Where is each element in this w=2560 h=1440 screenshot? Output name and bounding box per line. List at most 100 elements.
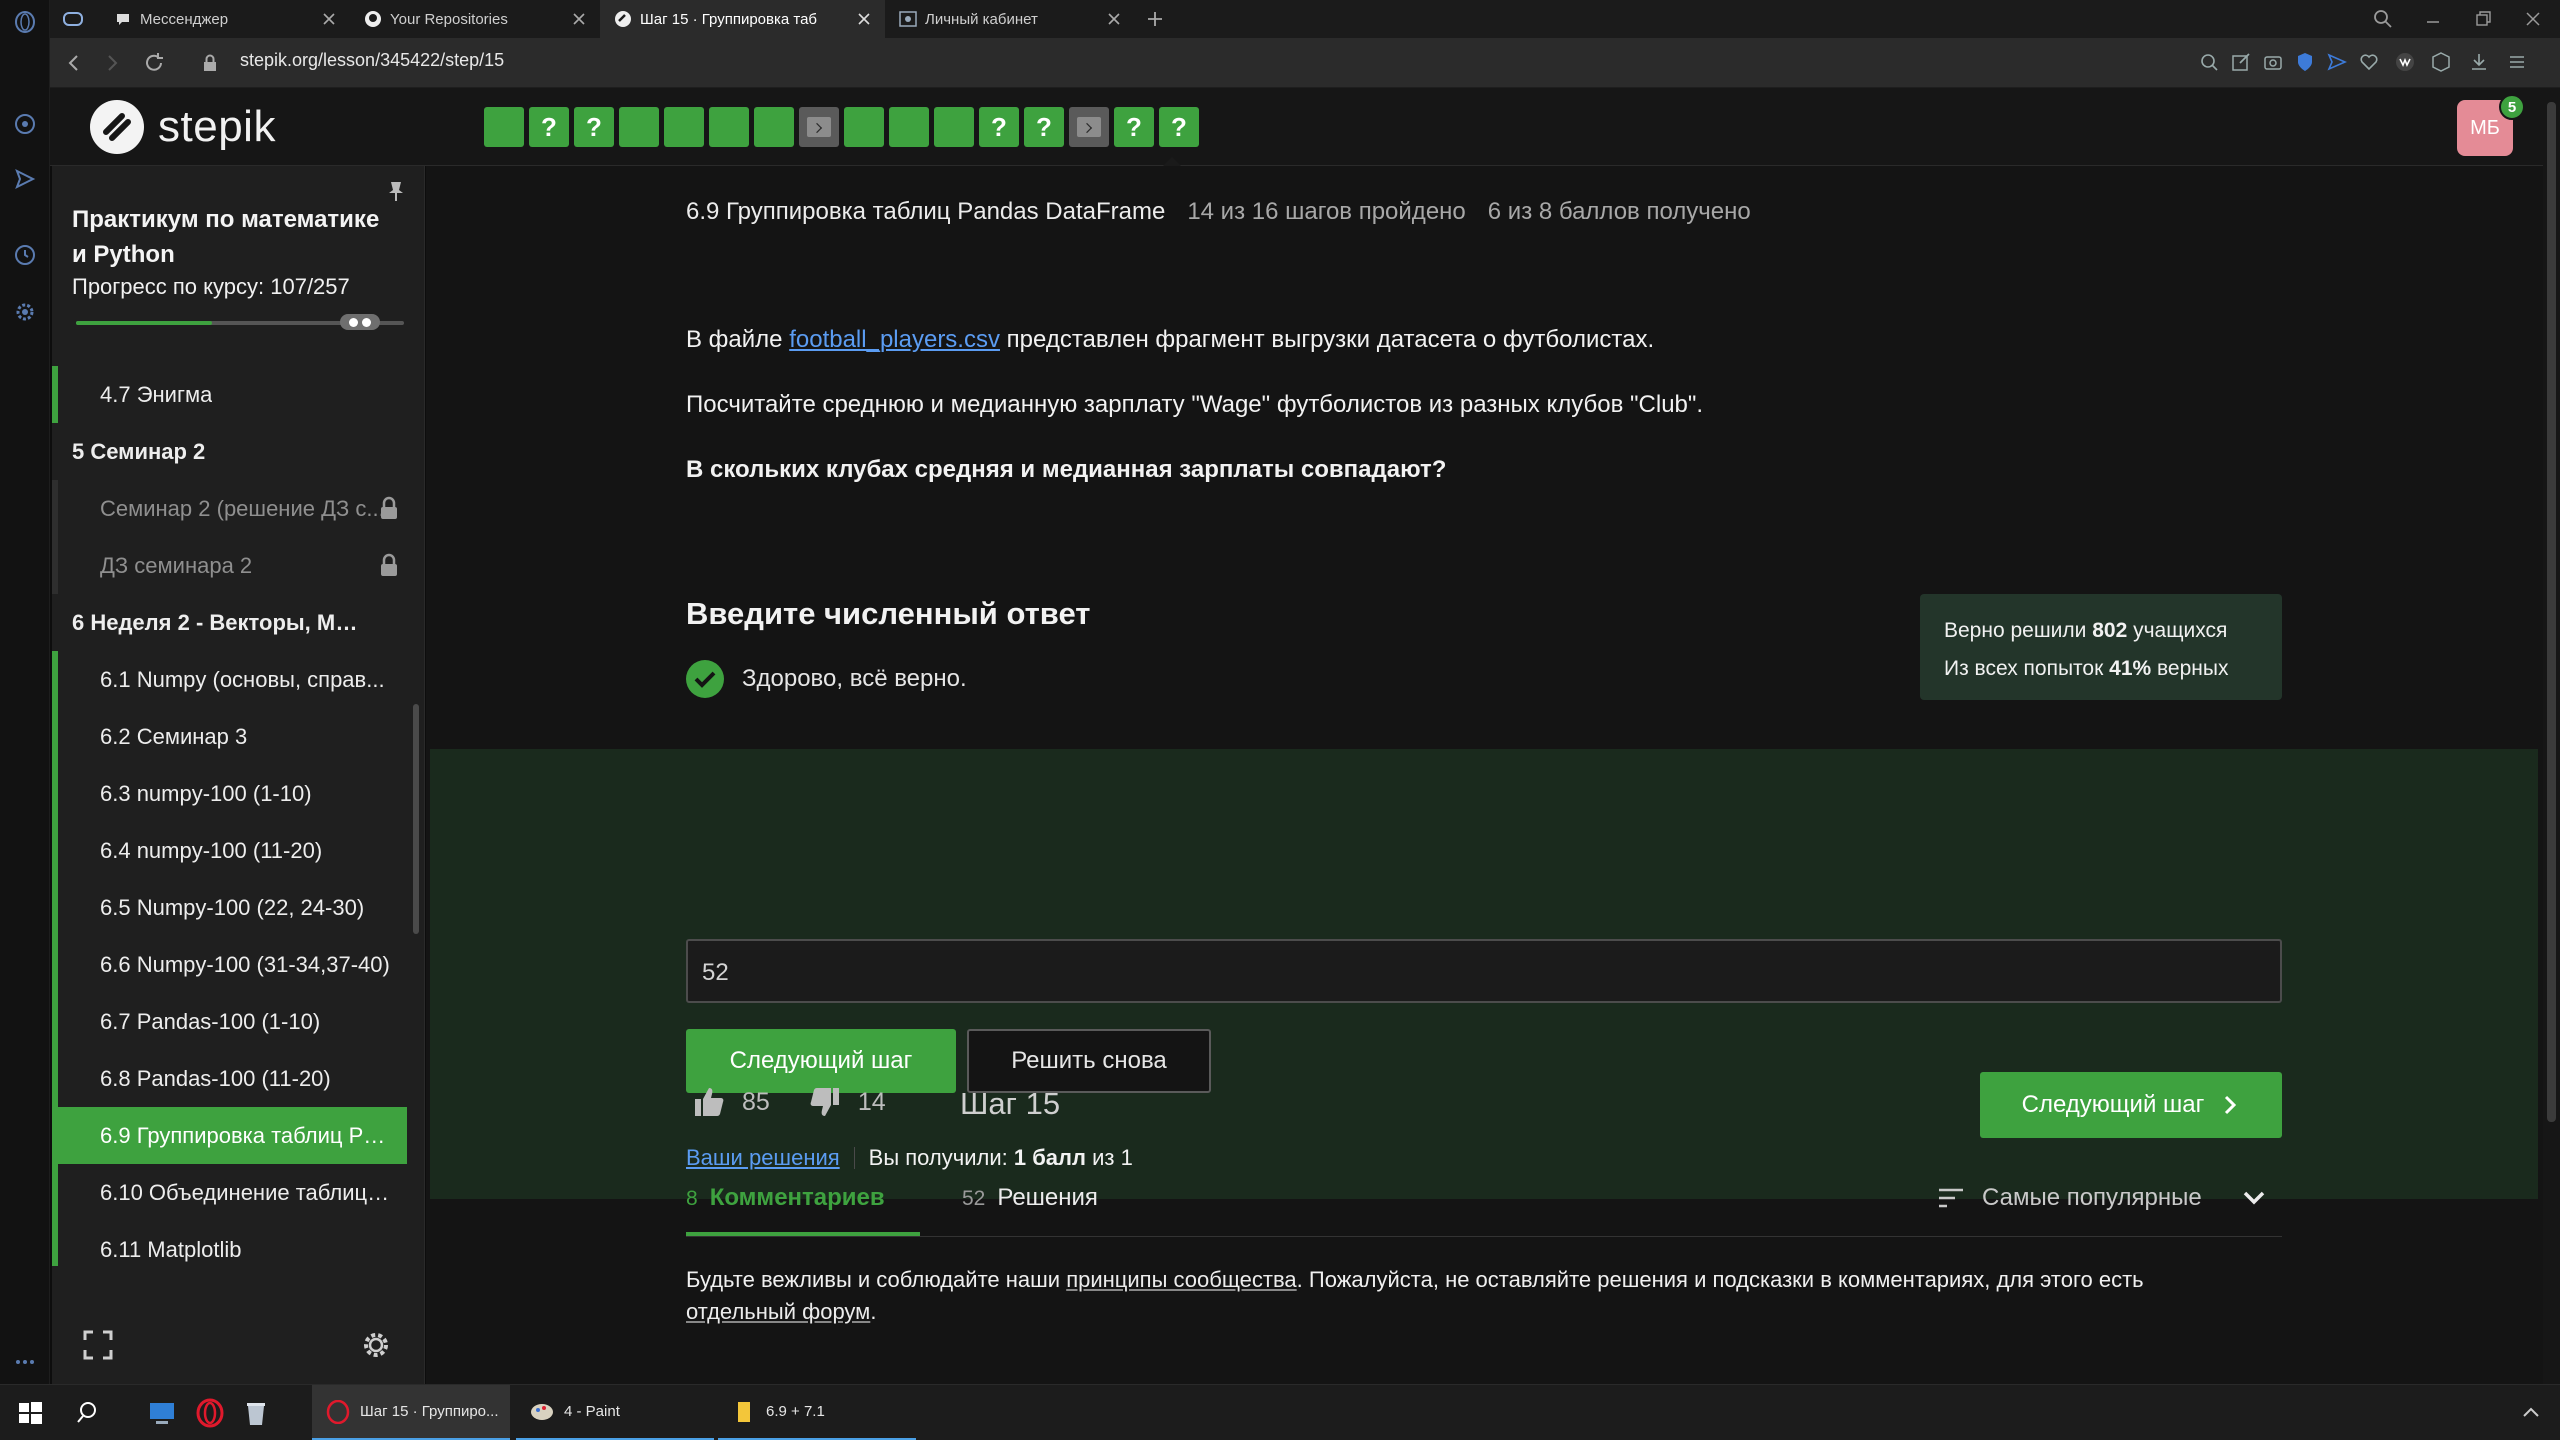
sidebar-lesson[interactable]: ДЗ семинара 2 [52, 537, 407, 594]
sidebar-lesson[interactable]: 6.1 Numpy (основы, справ... [52, 651, 407, 708]
stepik-logo[interactable]: stepik [90, 100, 276, 154]
tab-github[interactable]: Your Repositories [350, 0, 600, 38]
solve-again-button[interactable]: Решить снова [967, 1029, 1211, 1093]
step-1-indicator[interactable] [484, 107, 524, 147]
likes-count: 85 [742, 1087, 770, 1116]
gear-icon[interactable] [13, 300, 37, 324]
settings-icon[interactable] [360, 1329, 392, 1361]
zoom-icon[interactable] [2198, 51, 2220, 73]
easy-setup-icon[interactable] [2506, 51, 2528, 73]
taskbar-app[interactable]: 4 - Paint [516, 1385, 714, 1440]
back-icon[interactable] [62, 51, 86, 75]
download-icon[interactable] [2468, 51, 2490, 73]
recycle-bin-icon[interactable] [240, 1397, 272, 1429]
search-icon[interactable] [2372, 8, 2394, 30]
step-11-indicator[interactable] [934, 107, 974, 147]
more-icon[interactable] [13, 1350, 37, 1374]
reload-icon[interactable] [142, 51, 166, 75]
course-title[interactable]: Практикум по математике и Python [72, 202, 392, 272]
tab-stepik-step[interactable]: Шаг 15 · Группировка таб [600, 0, 885, 38]
step-14-indicator[interactable] [1069, 107, 1109, 147]
shield-icon[interactable] [2294, 51, 2316, 73]
tab-cabinet[interactable]: Личный кабинет [885, 0, 1135, 38]
tab-comments[interactable]: 8 Комментариев [686, 1184, 885, 1212]
sidebar-lesson[interactable]: 6.3 numpy-100 (1-10) [52, 765, 407, 822]
step-4-indicator[interactable] [619, 107, 659, 147]
search-icon[interactable] [74, 1397, 106, 1429]
url-field[interactable]: stepik.org/lesson/345422/step/15 [240, 50, 504, 71]
opera-menu-icon[interactable] [13, 10, 37, 34]
step-13-indicator[interactable]: ? [1024, 107, 1064, 147]
sidebar-lesson[interactable]: 4.7 Энигма [52, 366, 407, 423]
step-10-indicator[interactable] [889, 107, 929, 147]
taskbar-app[interactable]: Шаг 15 · Группиро... [312, 1385, 510, 1440]
camera-icon[interactable] [2262, 51, 2284, 73]
sidebar-lesson[interactable]: 6.9 Группировка таблиц Pa... [52, 1107, 407, 1164]
edit-icon[interactable] [2230, 51, 2252, 73]
sort-dropdown[interactable]: Самые популярные [1936, 1184, 2268, 1212]
this-pc-icon[interactable] [146, 1397, 178, 1429]
step-15-indicator[interactable]: ? [1114, 107, 1154, 147]
windows-start-icon[interactable] [14, 1397, 46, 1429]
sidebar-lesson[interactable]: 6.6 Numpy-100 (31-34,37-40) [52, 936, 407, 993]
close-window-icon[interactable] [2522, 8, 2544, 30]
next-step-button-bottom[interactable]: Следующий шаг [1980, 1072, 2282, 1138]
sidebar-lesson[interactable]: 6.11 Matplotlib [52, 1221, 407, 1266]
thumbs-down-icon[interactable] [808, 1085, 842, 1119]
lesson-title[interactable]: 6.9 Группировка таблиц Pandas DataFrame [686, 198, 1165, 225]
step-3-indicator[interactable]: ? [574, 107, 614, 147]
step-8-indicator[interactable] [799, 107, 839, 147]
chevron-up-icon[interactable] [2520, 1402, 2542, 1424]
messenger-icon[interactable] [13, 112, 37, 136]
sidebar-section[interactable]: 5 Семинар 2 [52, 423, 407, 480]
sidebar-section[interactable]: 6 Неделя 2 - Векторы, Ма... [52, 594, 407, 651]
step-6-indicator[interactable] [709, 107, 749, 147]
heart-icon[interactable] [2358, 51, 2380, 73]
taskbar-app[interactable]: 6.9 + 7.1 [718, 1385, 916, 1440]
close-icon[interactable] [857, 12, 871, 26]
forward-icon[interactable] [100, 51, 124, 75]
step-12-indicator[interactable]: ? [979, 107, 1019, 147]
step-2-indicator[interactable]: ? [529, 107, 569, 147]
vk-icon[interactable] [2394, 51, 2416, 73]
tab-messenger[interactable]: Мессенджер [100, 0, 350, 38]
community-guidelines-link[interactable]: принципы сообщества [1066, 1267, 1296, 1292]
minimize-icon[interactable] [2422, 8, 2444, 30]
sidebar-scrollbar[interactable] [413, 704, 419, 934]
cube-icon[interactable] [2430, 51, 2452, 73]
fullscreen-icon[interactable] [82, 1329, 114, 1361]
lock-icon[interactable] [198, 51, 222, 75]
tab-solutions[interactable]: 52 Решения [962, 1184, 1098, 1212]
workspaces-icon[interactable] [62, 8, 84, 30]
pin-icon[interactable] [386, 180, 406, 202]
restore-icon[interactable] [2472, 8, 2494, 30]
page-scrollbar[interactable] [2543, 88, 2560, 1384]
close-icon[interactable] [322, 12, 336, 26]
close-icon[interactable] [1107, 12, 1121, 26]
sidebar-lesson[interactable]: 6.2 Семинар 3 [52, 708, 407, 765]
step-9-indicator[interactable] [844, 107, 884, 147]
sidebar-lesson[interactable]: 6.8 Pandas-100 (11-20) [52, 1050, 407, 1107]
step-5-indicator[interactable] [664, 107, 704, 147]
send-icon[interactable] [2326, 51, 2348, 73]
step-16-indicator[interactable]: ? [1159, 107, 1199, 147]
next-step-button[interactable]: Следующий шаг [686, 1029, 956, 1093]
dataset-file-link[interactable]: football_players.csv [789, 326, 1000, 353]
sidebar-lesson[interactable]: 6.4 numpy-100 (11-20) [52, 822, 407, 879]
sidebar-lesson[interactable]: 6.10 Объединение таблиц ... [52, 1164, 407, 1221]
sidebar-lesson[interactable]: 6.7 Pandas-100 (1-10) [52, 993, 407, 1050]
sidebar-lesson[interactable]: Семинар 2 (решение ДЗ с... [52, 480, 407, 537]
scroll-thumb[interactable] [2547, 102, 2556, 1122]
thumbs-up-icon[interactable] [692, 1085, 726, 1119]
forum-link[interactable]: отдельный форум [686, 1299, 870, 1324]
numeric-answer-input[interactable]: 52 [686, 939, 2282, 1003]
your-solutions-link[interactable]: Ваши решения [686, 1145, 840, 1171]
step-7-indicator[interactable] [754, 107, 794, 147]
opera-icon[interactable] [194, 1397, 226, 1429]
history-icon[interactable] [13, 243, 37, 267]
new-tab-icon[interactable] [1144, 8, 1166, 30]
sidebar-lesson[interactable]: 6.5 Numpy-100 (22, 24-30) [52, 879, 407, 936]
progress-toggle[interactable] [340, 314, 380, 330]
close-icon[interactable] [572, 12, 586, 26]
send-icon[interactable] [13, 167, 37, 191]
